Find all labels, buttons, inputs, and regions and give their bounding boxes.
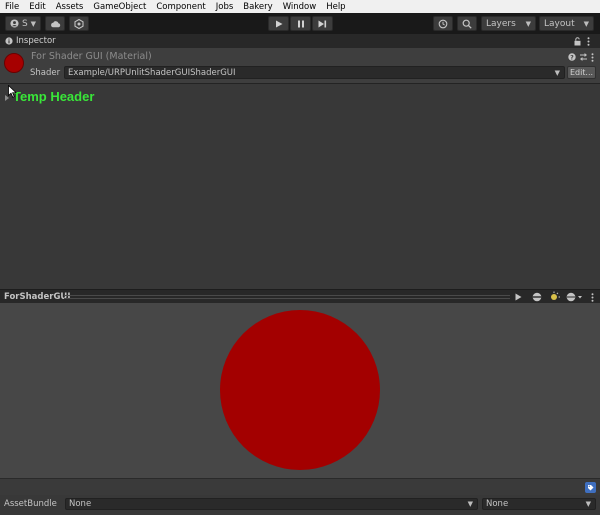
menu-component[interactable]: Component — [151, 2, 210, 12]
asset-bundle-variant-dropdown[interactable]: None ▼ — [482, 498, 596, 510]
label-tag-icon[interactable] — [585, 482, 596, 493]
preview-resize-handle[interactable] — [64, 295, 510, 299]
layers-dropdown[interactable]: Layers ▼ — [481, 16, 536, 31]
inspector-content: Temp Header — [0, 84, 600, 289]
tab-inspector-label: Inspector — [16, 36, 56, 46]
asset-bundle-label: AssetBundle — [4, 499, 57, 509]
chevron-down-icon: ▼ — [525, 19, 531, 28]
menu-assets[interactable]: Assets — [51, 2, 89, 12]
cloud-icon — [50, 20, 61, 28]
play-button[interactable] — [268, 16, 289, 31]
step-icon — [318, 20, 327, 28]
asset-bundle-bar: AssetBundle None ▼ None ▼ — [0, 495, 600, 515]
pause-button[interactable] — [290, 16, 311, 31]
preset-icon[interactable] — [579, 53, 588, 61]
layout-dropdown[interactable]: Layout ▼ — [539, 16, 594, 31]
menu-window[interactable]: Window — [278, 2, 322, 12]
mouse-cursor-icon — [8, 84, 17, 101]
inspector-tab-bar: Inspector — [0, 34, 600, 48]
account-icon — [10, 19, 19, 28]
asset-bundle-variant-value: None — [486, 499, 509, 509]
chevron-down-icon: ▼ — [583, 19, 589, 28]
history-button[interactable] — [433, 16, 453, 31]
menu-file[interactable]: File — [0, 2, 24, 12]
history-icon — [438, 19, 448, 29]
menu-edit[interactable]: Edit — [24, 2, 50, 12]
layout-label: Layout — [544, 18, 575, 29]
more-options-icon[interactable] — [587, 37, 590, 46]
lock-icon[interactable] — [574, 37, 581, 46]
preview-settings-icon[interactable] — [566, 292, 584, 302]
layers-label: Layers — [486, 18, 516, 29]
material-title: For Shader GUI (Material) — [31, 51, 152, 62]
material-header: For Shader GUI (Material) ? Shader Examp… — [0, 48, 600, 84]
asset-bundle-name-dropdown[interactable]: None ▼ — [65, 498, 478, 510]
help-icon[interactable]: ? — [568, 53, 576, 61]
play-icon[interactable] — [515, 293, 522, 301]
shader-label: Shader — [30, 68, 61, 78]
light-icon[interactable] — [548, 291, 560, 302]
more-options-icon[interactable] — [591, 53, 594, 62]
chevron-down-icon: ▼ — [30, 19, 36, 28]
tab-inspector[interactable]: Inspector — [0, 34, 56, 48]
chevron-down-icon: ▼ — [585, 500, 591, 508]
cloud-button[interactable] — [45, 16, 65, 31]
info-icon — [5, 37, 13, 45]
pause-icon — [297, 20, 305, 28]
sphere-shape-icon[interactable] — [532, 292, 542, 302]
edit-shader-button[interactable]: Edit... — [567, 66, 596, 79]
shader-value: Example/URPUnlitShaderGUIShaderGUI — [68, 67, 236, 78]
asset-bundle-name-value: None — [69, 499, 92, 509]
account-label: S — [21, 18, 28, 29]
chevron-down-icon: ▼ — [554, 68, 560, 77]
menu-bakery[interactable]: Bakery — [238, 2, 277, 12]
material-preview[interactable] — [0, 303, 600, 478]
play-icon — [275, 20, 283, 28]
collab-icon — [74, 18, 84, 29]
search-button[interactable] — [457, 16, 477, 31]
preview-sphere — [220, 310, 380, 470]
menu-bar: File Edit Assets GameObject Component Jo… — [0, 0, 600, 13]
main-toolbar: S ▼ Layers ▼ Layout ▼ — [0, 13, 600, 34]
temp-header: Temp Header — [13, 89, 95, 104]
svg-text:?: ? — [570, 54, 574, 61]
more-options-icon[interactable] — [591, 293, 594, 302]
material-thumbnail — [4, 53, 24, 73]
collab-button[interactable] — [69, 16, 89, 31]
search-icon — [462, 19, 472, 29]
preview-footer — [0, 478, 600, 495]
shader-dropdown[interactable]: Example/URPUnlitShaderGUIShaderGUI ▼ — [64, 66, 565, 79]
preview-header: ForShaderGUI — [0, 289, 600, 303]
menu-gameobject[interactable]: GameObject — [88, 2, 151, 12]
step-button[interactable] — [312, 16, 333, 31]
account-button[interactable]: S ▼ — [5, 16, 41, 31]
preview-title: ForShaderGUI — [4, 292, 71, 302]
chevron-down-icon: ▼ — [467, 500, 473, 508]
menu-jobs[interactable]: Jobs — [211, 2, 239, 12]
menu-help[interactable]: Help — [321, 2, 350, 12]
